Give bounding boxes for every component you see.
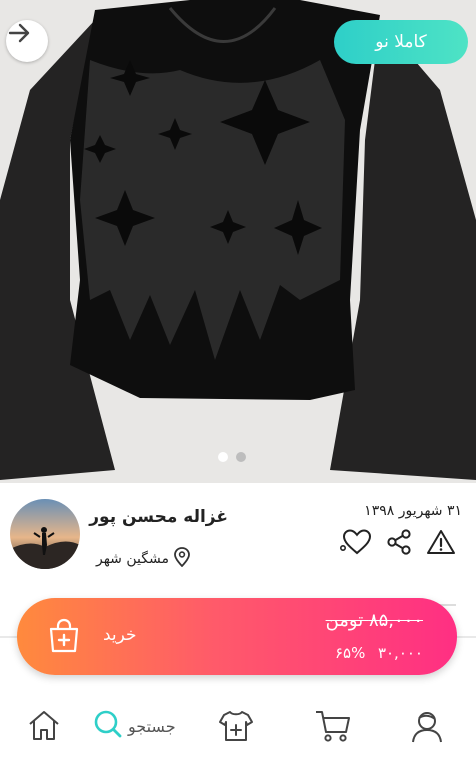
old-price: ۸۵,۰۰۰ تومن — [325, 610, 423, 631]
nav-profile[interactable] — [408, 708, 446, 750]
discount-percent: ۶۵% — [335, 644, 366, 662]
profile-icon — [408, 708, 446, 750]
back-button[interactable] — [6, 20, 48, 62]
nav-cart[interactable] — [314, 708, 352, 748]
cart-icon — [314, 708, 352, 748]
warning-icon — [426, 528, 456, 560]
avatar[interactable] — [10, 499, 80, 569]
carousel-dot[interactable] — [218, 452, 228, 462]
home-icon — [26, 708, 62, 746]
purchase-bar[interactable]: خرید ۸۵,۰۰۰ تومن ۳۰,۰۰۰ ۶۵% — [17, 598, 457, 675]
add-product-icon — [218, 708, 254, 748]
action-icons — [339, 528, 456, 560]
condition-badge: کاملا نو — [334, 20, 468, 64]
report-button[interactable] — [426, 529, 456, 559]
city-label: مشگین شهر — [96, 551, 169, 567]
seller-name[interactable]: غزاله محسن پور — [89, 507, 228, 527]
shopping-bag-icon — [47, 618, 81, 654]
location-pin-icon — [173, 547, 191, 571]
search-icon — [92, 708, 124, 744]
nav-search[interactable]: جستجو — [92, 708, 176, 744]
post-date: ۳۱ شهریور ۱۳۹۸ — [364, 503, 462, 519]
share-icon — [385, 528, 413, 560]
search-label: جستجو — [128, 716, 176, 736]
product-image[interactable]: کاملا نو — [0, 0, 476, 483]
buy-button[interactable]: خرید — [103, 625, 137, 645]
seller-info: غزاله محسن پور مشگین شهر ۳۱ شهریور ۱۳۹۸ — [0, 483, 476, 583]
heart-icon — [339, 528, 374, 560]
new-price: ۳۰,۰۰۰ — [377, 644, 423, 662]
carousel-dots — [218, 452, 246, 462]
bottom-nav: جستجو — [0, 690, 476, 766]
nav-home[interactable] — [26, 708, 62, 746]
carousel-dot[interactable] — [236, 452, 246, 462]
blouse-photo — [0, 0, 476, 483]
nav-add-product[interactable] — [218, 708, 254, 748]
like-button[interactable] — [339, 528, 374, 560]
seller-location: مشگین شهر — [96, 547, 191, 571]
share-button[interactable] — [384, 529, 414, 559]
